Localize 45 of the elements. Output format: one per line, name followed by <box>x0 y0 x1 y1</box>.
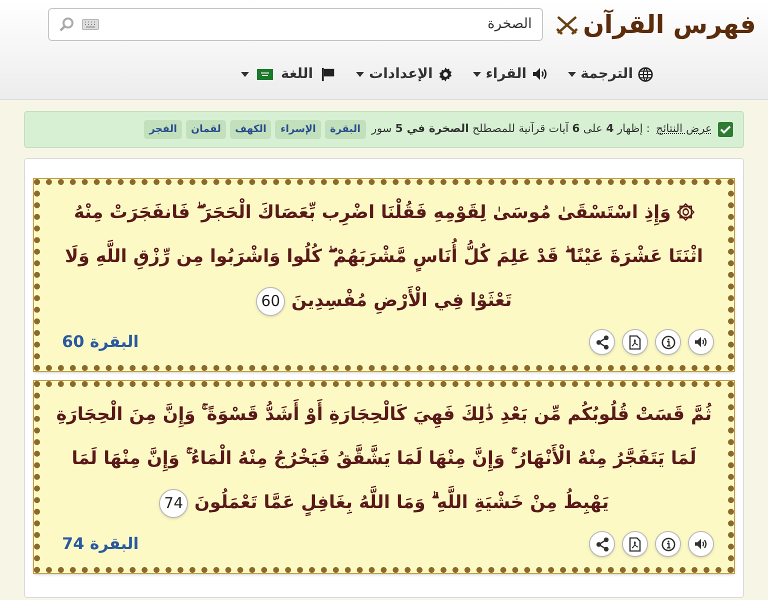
surah-tag[interactable]: الإسراء <box>275 120 321 139</box>
speaker-icon <box>694 538 708 550</box>
results-link[interactable]: عرض النتائج <box>656 121 712 138</box>
globe-icon <box>638 66 653 82</box>
gear-icon <box>438 66 453 82</box>
surah-tag[interactable]: الكهف <box>230 120 272 139</box>
share-button[interactable] <box>589 329 615 355</box>
nav-menu[interactable]: القراء <box>472 64 548 85</box>
check-icon <box>720 125 731 134</box>
audio-button[interactable] <box>688 329 714 355</box>
verse-number: 60 <box>256 286 286 316</box>
share-icon <box>594 536 610 552</box>
pdf-button[interactable] <box>622 329 648 355</box>
pdf-icon <box>629 536 641 552</box>
verse-reference[interactable]: البقرة 60 <box>54 330 139 354</box>
saudi-flag-icon <box>256 68 273 80</box>
info-icon <box>660 536 676 552</box>
share-icon <box>594 334 610 350</box>
nav-menu[interactable]: الترجمة <box>568 64 653 85</box>
verse-number: 74 <box>159 488 188 518</box>
info-icon <box>660 334 676 350</box>
pdf-icon <box>629 334 641 350</box>
checkbox[interactable] <box>718 122 733 137</box>
surah-tag[interactable]: الفجر <box>144 120 182 139</box>
speaker-icon <box>694 336 708 348</box>
surah-tag[interactable]: لقمان <box>186 120 226 139</box>
crossed-swords-icon <box>554 14 579 35</box>
site-logo[interactable]: فهرس القرآن <box>582 6 756 44</box>
keyboard-icon[interactable] <box>82 19 99 30</box>
caret-icon <box>472 72 481 77</box>
caret-icon <box>240 72 249 77</box>
verse-reference[interactable]: البقرة 74 <box>54 532 139 556</box>
surah-tag[interactable]: البقرة <box>324 120 366 139</box>
audio-button[interactable] <box>688 531 714 557</box>
speaker-icon <box>532 67 548 82</box>
nav-menu[interactable]: اللغة <box>240 64 336 85</box>
pdf-button[interactable] <box>622 531 648 557</box>
nav-menu[interactable]: الإعدادات <box>356 64 453 85</box>
caret-icon <box>568 72 576 77</box>
info-button[interactable] <box>655 329 681 355</box>
caret-icon <box>356 72 364 77</box>
share-button[interactable] <box>589 531 615 557</box>
info-button[interactable] <box>655 531 681 557</box>
search-field[interactable]: الصخرة <box>48 8 543 42</box>
flag-icon <box>321 66 336 82</box>
